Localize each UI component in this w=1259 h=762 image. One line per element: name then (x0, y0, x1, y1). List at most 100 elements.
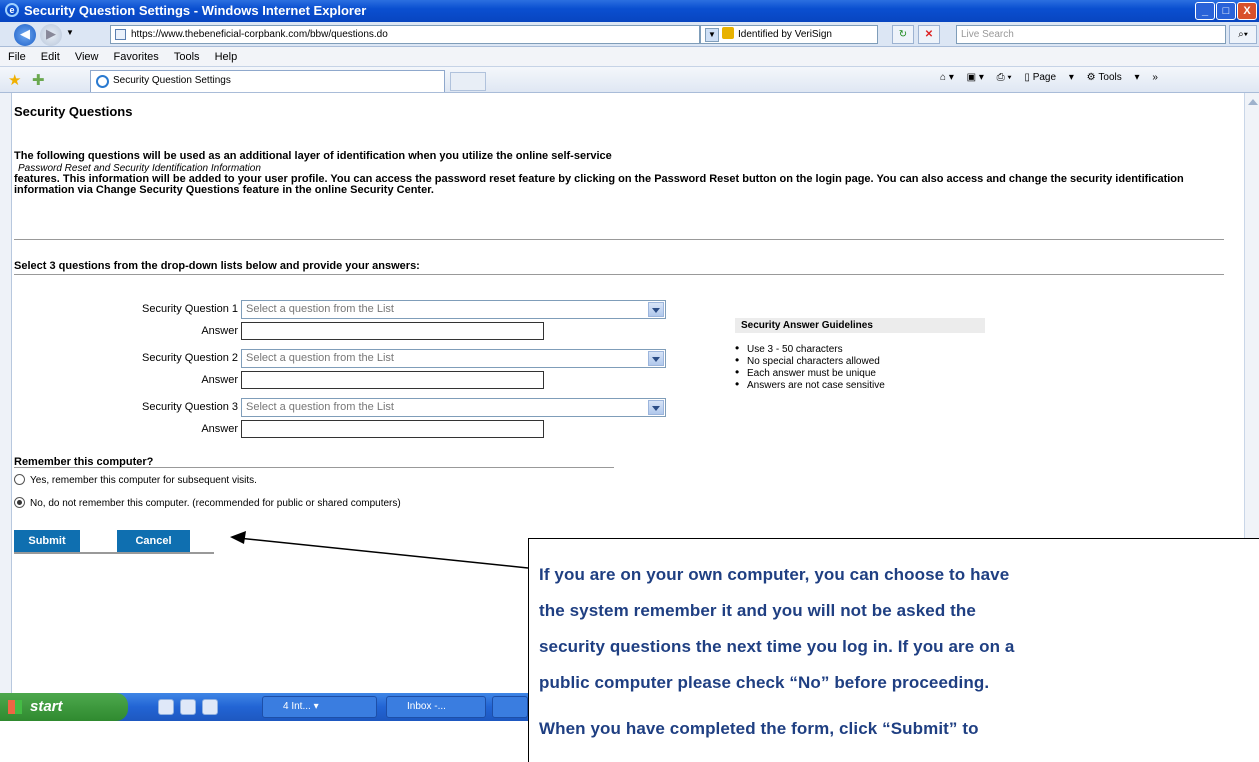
chevron-down-icon[interactable] (648, 351, 664, 366)
ie-logo-icon: e (5, 3, 19, 17)
chevron-more-icon[interactable]: » (1152, 72, 1158, 83)
callout-line-3: security questions the next time you log… (539, 637, 1015, 656)
menu-file[interactable]: File (8, 47, 26, 67)
tab-ie-icon (96, 75, 109, 88)
submit-button[interactable]: Submit (14, 530, 80, 552)
intro-line-1: The following questions will be used as … (14, 150, 612, 162)
new-tab-button[interactable] (450, 72, 486, 91)
divider (14, 274, 1224, 275)
remember-no-radio[interactable] (14, 497, 25, 508)
outlook-quicklaunch-icon[interactable] (202, 699, 218, 715)
callout-line-4: public computer please check “No” before… (539, 673, 990, 692)
taskbar-inbox-label: Inbox -... (407, 701, 446, 712)
lock-icon (722, 27, 734, 39)
remember-yes-radio[interactable] (14, 474, 25, 485)
url-field[interactable]: https://www.thebeneficial-corpbank.com/b… (110, 25, 700, 44)
guideline-item: No special characters allowed (735, 355, 885, 367)
page-heading: Security Questions (14, 104, 133, 119)
feeds-icon[interactable]: ▣ ▾ (967, 72, 984, 83)
page-icon (115, 29, 126, 40)
tools-menu-label: Tools (1098, 72, 1122, 83)
forward-button[interactable]: ▶ (40, 24, 62, 46)
url-text: https://www.thebeneficial-corpbank.com/b… (131, 29, 388, 40)
answer-1-label: Answer (201, 325, 238, 337)
remember-yes-label: Yes, remember this computer for subseque… (30, 475, 257, 486)
home-icon[interactable]: ⌂ ▾ (940, 72, 954, 83)
guidelines-list: Use 3 - 50 characters No special charact… (735, 343, 885, 391)
question-1-value: Select a question from the List (246, 303, 394, 315)
guideline-item: Answers are not case sensitive (735, 379, 885, 391)
search-icon[interactable]: ⌕▾ (1229, 25, 1257, 44)
chevron-down-icon[interactable] (648, 400, 664, 415)
select-instruction: Select 3 questions from the drop-down li… (14, 260, 420, 272)
maximize-button[interactable]: □ (1216, 2, 1236, 20)
intro-line-3: features. This information will be added… (14, 173, 1184, 196)
answer-3-label: Answer (201, 423, 238, 435)
scroll-up-icon[interactable] (1248, 99, 1258, 105)
question-2-label: Security Question 2 (142, 352, 238, 364)
page-menu[interactable]: ▯ Page ▾ (1024, 72, 1073, 83)
window-title: Security Question Settings - Windows Int… (24, 3, 367, 18)
answer-1-input[interactable] (241, 322, 544, 340)
answer-2-input[interactable] (241, 371, 544, 389)
button-underline (14, 552, 214, 554)
windows-logo-icon (8, 700, 22, 714)
refresh-icon[interactable]: ↻ (892, 25, 914, 44)
history-dropdown-icon[interactable]: ▼ (66, 28, 74, 37)
menu-tools[interactable]: Tools (174, 47, 200, 67)
remember-yes-option[interactable]: Yes, remember this computer for subseque… (14, 474, 257, 488)
menu-favorites[interactable]: Favorites (114, 47, 159, 67)
question-3-label: Security Question 3 (142, 401, 238, 413)
back-button[interactable]: ◀ (14, 24, 36, 46)
search-input[interactable]: Live Search (956, 25, 1226, 44)
remember-no-option[interactable]: No, do not remember this computer. (reco… (14, 497, 401, 511)
question-3-select[interactable]: Select a question from the List (241, 398, 666, 417)
answer-3-input[interactable] (241, 420, 544, 438)
page-menu-label: Page (1032, 72, 1057, 83)
question-1-label: Security Question 1 (142, 303, 238, 315)
print-icon[interactable]: ⎙ ▾ (997, 72, 1012, 83)
stop-icon[interactable]: ✕ (918, 25, 940, 44)
menu-view[interactable]: View (75, 47, 99, 67)
taskbar-ie-label: 4 Int... (283, 701, 311, 712)
menu-help[interactable]: Help (215, 47, 238, 67)
start-label: start (30, 698, 63, 715)
guideline-item: Use 3 - 50 characters (735, 343, 885, 355)
callout-line-1: If you are on your own computer, you can… (539, 565, 1010, 584)
taskbar-ie-group[interactable]: 4 Int... ▾ (262, 696, 377, 718)
ie-quicklaunch-icon[interactable] (158, 699, 174, 715)
chevron-down-icon[interactable] (648, 302, 664, 317)
question-3-value: Select a question from the List (246, 401, 394, 413)
add-favorite-icon[interactable]: ✚ (32, 71, 45, 89)
callout-line-5: When you have completed the form, click … (539, 719, 979, 738)
taskbar-inbox[interactable]: Inbox -... (386, 696, 486, 718)
remember-no-label: No, do not remember this computer. (reco… (30, 498, 401, 509)
tools-menu[interactable]: ⚙ Tools ▾ (1087, 72, 1140, 83)
identity-text: Identified by VeriSign (738, 29, 832, 40)
url-dropdown-icon[interactable]: ▼ (705, 28, 719, 42)
below-taskbar (0, 721, 530, 762)
cancel-button[interactable]: Cancel (117, 530, 190, 552)
answer-2-label: Answer (201, 374, 238, 386)
start-button[interactable]: start (0, 693, 128, 721)
minimize-button[interactable]: _ (1195, 2, 1215, 20)
screen: e Security Question Settings - Windows I… (0, 0, 1259, 762)
menu-edit[interactable]: Edit (41, 47, 60, 67)
close-button[interactable]: X (1237, 2, 1257, 20)
desktop-quicklaunch-icon[interactable] (180, 699, 196, 715)
favorites-star-icon[interactable]: ★ (8, 71, 21, 89)
taskbar-item[interactable] (492, 696, 528, 718)
window-titlebar: e Security Question Settings - Windows I… (0, 0, 1259, 22)
security-report[interactable]: ▼ Identified by VeriSign (700, 25, 878, 44)
left-frame-edge (0, 93, 12, 693)
tab-security-question-settings[interactable]: Security Question Settings (90, 70, 445, 92)
tab-bar: ★ ✚ Security Question Settings ⌂ ▾ ▣ ▾ ⎙… (0, 67, 1259, 93)
instruction-callout: If you are on your own computer, you can… (528, 538, 1259, 762)
command-bar: ⌂ ▾ ▣ ▾ ⎙ ▾ ▯ Page ▾ ⚙ Tools ▾ » (940, 72, 1168, 83)
question-2-select[interactable]: Select a question from the List (241, 349, 666, 368)
question-1-select[interactable]: Select a question from the List (241, 300, 666, 319)
guideline-item: Each answer must be unique (735, 367, 885, 379)
guidelines-title: Security Answer Guidelines (735, 318, 985, 333)
address-bar: ◀ ▶ ▼ https://www.thebeneficial-corpbank… (0, 22, 1259, 47)
question-2-value: Select a question from the List (246, 352, 394, 364)
